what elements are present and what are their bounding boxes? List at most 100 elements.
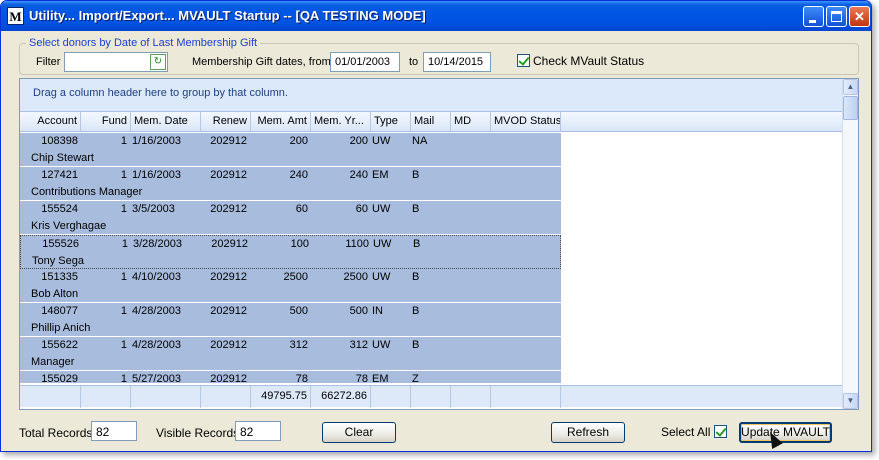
cell-mem-yr: 312 — [349, 339, 368, 351]
filter-refresh-icon[interactable]: ↻ — [150, 54, 166, 70]
table-row[interactable]: 155526 1 3/28/2003 202912 100 1100 UW B … — [20, 235, 561, 269]
cell-mem-yr: 78 — [355, 373, 368, 383]
date-filter-group-title: Select donors by Date of Last Membership… — [26, 37, 261, 49]
cell-mem-yr: 2500 — [343, 271, 368, 283]
total-records-label: Total Records — [19, 426, 93, 440]
cell-fund: 1 — [120, 373, 127, 383]
cell-mem-yr: 200 — [349, 135, 368, 147]
column-header-mail[interactable]: Mail — [411, 112, 451, 132]
cell-fund: 1 — [120, 135, 127, 147]
maximize-button[interactable] — [826, 6, 847, 27]
refresh-button[interactable]: Refresh — [551, 422, 625, 443]
cell-mem-amt: 100 — [290, 238, 309, 250]
scroll-down-icon[interactable]: ▼ — [843, 393, 858, 409]
total-cell-type — [371, 386, 411, 408]
app-icon: M — [7, 7, 24, 25]
check-mvault-checkbox[interactable] — [517, 54, 530, 67]
cell-type: UW — [372, 339, 391, 351]
cell-mail: B — [412, 339, 420, 351]
cell-donor-name: Tony Sega — [32, 255, 84, 267]
cell-renew: 202912 — [211, 238, 248, 250]
clear-button[interactable]: Clear — [322, 422, 396, 443]
column-header-md[interactable]: MD — [451, 112, 491, 132]
visible-records-label: Visible Records — [156, 426, 240, 440]
table-row[interactable]: 148077 1 4/28/2003 202912 500 500 IN B P… — [20, 303, 561, 337]
cell-mem-date: 4/28/2003 — [132, 305, 181, 317]
column-header-account[interactable]: Account — [20, 112, 81, 132]
window-title: Utility... Import/Export... MVAULT Start… — [29, 8, 426, 23]
column-header-mem-amt[interactable]: Mem. Amt — [251, 112, 311, 132]
cell-mem-date: 3/28/2003 — [133, 238, 182, 250]
close-icon: ✕ — [854, 9, 865, 24]
table-row[interactable]: 127421 1 1/16/2003 202912 240 240 EM B C… — [20, 167, 561, 201]
column-header-mem-date[interactable]: Mem. Date — [131, 112, 201, 132]
cell-type: UW — [372, 271, 391, 283]
cell-mem-amt: 240 — [289, 169, 308, 181]
cell-type: UW — [372, 135, 391, 147]
cell-renew: 202912 — [210, 373, 247, 383]
minimize-icon — [809, 20, 816, 23]
cell-mem-date: 4/10/2003 — [132, 271, 181, 283]
table-row[interactable]: 155029 1 5/27/2003 202912 78 78 EM Z — [20, 371, 561, 383]
check-mvault-label: Check MVault Status — [533, 54, 645, 68]
cell-account: 151335 — [41, 271, 78, 283]
cell-mem-date: 1/16/2003 — [132, 169, 181, 181]
column-header-mvod-status[interactable]: MVOD Status — [491, 112, 561, 132]
cell-renew: 202912 — [210, 339, 247, 351]
cell-mem-yr: 500 — [349, 305, 368, 317]
vertical-scrollbar[interactable]: ▲ ▼ — [842, 79, 858, 409]
minimize-button[interactable] — [803, 6, 824, 27]
cell-mail: B — [412, 305, 420, 317]
table-row[interactable]: 108398 1 1/16/2003 202912 200 200 UW NA … — [20, 133, 561, 167]
cell-mem-amt: 60 — [295, 203, 308, 215]
column-header-renew[interactable]: Renew — [201, 112, 251, 132]
select-all-checkbox[interactable] — [714, 425, 727, 438]
cell-type: UW — [372, 203, 391, 215]
cell-mail: B — [412, 271, 420, 283]
cell-type: EM — [372, 169, 389, 181]
cell-donor-name: Phillip Anich — [31, 322, 91, 334]
cell-mem-amt: 2500 — [283, 271, 308, 283]
to-label: to — [409, 56, 419, 68]
scroll-thumb[interactable] — [843, 96, 858, 120]
cell-type: UW — [373, 238, 392, 250]
cell-donor-name: Contributions Manager — [31, 186, 143, 198]
column-header-row: Account Fund Mem. Date Renew Mem. Amt Me… — [20, 112, 843, 132]
main-window: M Utility... Import/Export... MVAULT Sta… — [0, 0, 872, 452]
total-cell-mvod — [491, 386, 561, 408]
cell-fund: 1 — [120, 169, 127, 181]
cell-mem-amt: 78 — [295, 373, 308, 383]
column-header-type[interactable]: Type — [371, 112, 411, 132]
total-cell-md — [451, 386, 491, 408]
cell-fund: 1 — [121, 238, 128, 250]
cell-mail: NA — [412, 135, 428, 147]
visible-records-field: 82 — [235, 421, 281, 441]
maximize-icon — [831, 11, 842, 22]
column-header-mem-yr[interactable]: Mem. Yr... — [311, 112, 371, 132]
table-row[interactable]: 151335 1 4/10/2003 202912 2500 2500 UW B… — [20, 269, 561, 303]
title-bar[interactable]: M Utility... Import/Export... MVAULT Sta… — [1, 1, 871, 31]
date-to-field[interactable]: 10/14/2015 — [423, 52, 491, 72]
cell-donor-name: Manager — [31, 356, 75, 368]
cell-mem-amt: 312 — [289, 339, 308, 351]
donor-grid[interactable]: Drag a column header here to group by th… — [19, 78, 859, 410]
cell-renew: 202912 — [210, 203, 247, 215]
cell-mail: B — [412, 203, 420, 215]
close-button[interactable]: ✕ — [849, 6, 870, 27]
scroll-up-icon[interactable]: ▲ — [843, 79, 858, 95]
cell-fund: 1 — [120, 203, 127, 215]
cell-mem-date: 4/28/2003 — [132, 339, 181, 351]
group-by-panel[interactable]: Drag a column header here to group by th… — [20, 79, 843, 112]
cell-account: 108398 — [41, 135, 78, 147]
cell-renew: 202912 — [210, 305, 247, 317]
column-header-fund[interactable]: Fund — [81, 112, 131, 132]
update-mvault-button[interactable]: Update MVAULT — [739, 422, 832, 443]
table-row[interactable]: 155622 1 4/28/2003 202912 312 312 UW B M… — [20, 337, 561, 371]
cell-mem-yr: 1100 — [345, 238, 369, 250]
select-all-label: Select All — [661, 425, 711, 439]
date-from-field[interactable]: 01/01/2003 — [330, 52, 400, 72]
cell-type: EM — [372, 373, 389, 383]
cell-fund: 1 — [120, 271, 127, 283]
total-cell-mem-date — [131, 386, 201, 408]
table-row[interactable]: 155524 1 3/5/2003 202912 60 60 UW B Kris… — [20, 201, 561, 235]
